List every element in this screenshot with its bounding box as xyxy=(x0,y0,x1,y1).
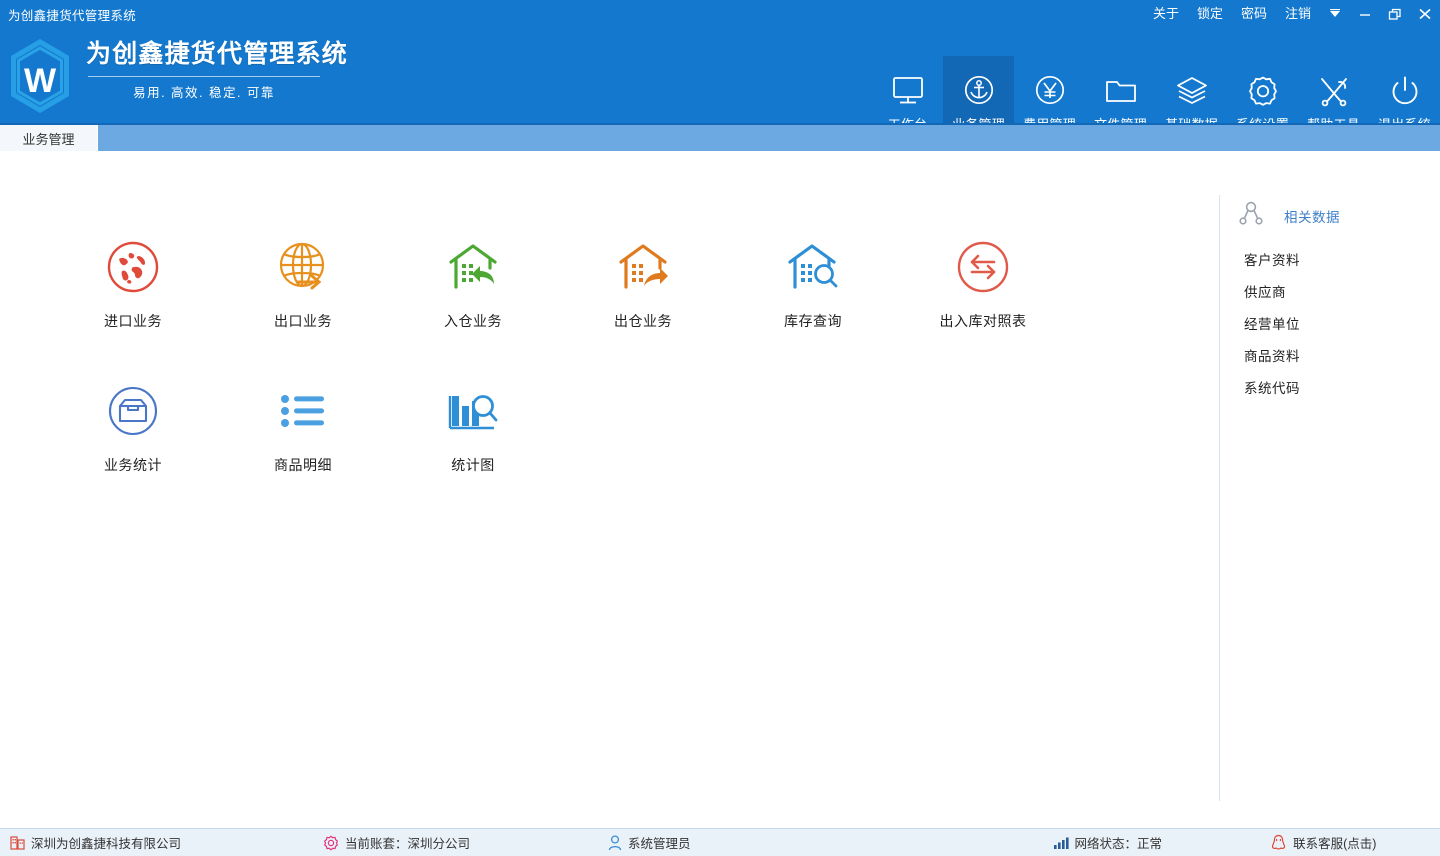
module-row-2: 业务统计 商品明细 统计图 xyxy=(0,331,1219,475)
status-account-set-text: 当前账套：深圳分公司 xyxy=(345,837,471,851)
flower-gear-icon xyxy=(323,835,339,851)
tools-icon xyxy=(1317,70,1351,112)
status-company: 深圳为创鑫捷科技有限公司 xyxy=(10,829,181,856)
svg-text:W: W xyxy=(24,62,57,100)
module-tile-chart[interactable]: 统计图 xyxy=(388,383,558,475)
folder-icon xyxy=(1104,70,1138,112)
brand-subtitle: 易用. 高效. 稳定. 可靠 xyxy=(133,86,275,100)
status-support-text: 联系客服(点击) xyxy=(1293,837,1377,851)
related-item-supplier[interactable]: 供应商 xyxy=(1238,275,1428,307)
brand-divider xyxy=(88,76,320,77)
status-support[interactable]: 联系客服(点击) xyxy=(1270,829,1376,856)
restore-icon[interactable] xyxy=(1380,0,1410,28)
related-data-header: 相关数据 xyxy=(1238,201,1428,232)
status-network-text: 网络状态：正常 xyxy=(1074,837,1163,851)
status-network: 网络状态：正常 xyxy=(1053,829,1163,856)
menu-link-about[interactable]: 关于 xyxy=(1144,0,1188,28)
monitor-icon xyxy=(891,70,925,112)
window-title: 为创鑫捷货代管理系统 xyxy=(8,8,137,23)
module-label: 出入库对照表 xyxy=(939,313,1027,329)
menu-link-password[interactable]: 密码 xyxy=(1232,0,1276,28)
globe-arrow-icon xyxy=(275,239,331,295)
related-item-goods[interactable]: 商品资料 xyxy=(1238,339,1428,371)
application-window: 为创鑫捷货代管理系统 关于 锁定 密码 注销 W 为创鑫捷货代管理系统 易用. … xyxy=(0,0,1440,856)
workspace: 进口业务 出口业务 入仓业务 出仓业务 库存查询 出入库对照表 业务统计 商品明… xyxy=(0,151,1440,828)
yuan-circle-icon xyxy=(1033,70,1067,112)
status-company-text: 深圳为创鑫捷科技有限公司 xyxy=(31,837,182,851)
module-label: 入仓业务 xyxy=(444,313,502,329)
module-tile-warehouse-in[interactable]: 入仓业务 xyxy=(388,239,558,331)
status-account-set: 当前账套：深圳分公司 xyxy=(323,829,470,856)
relation-node-icon xyxy=(1238,201,1264,232)
related-item-system-code[interactable]: 系统代码 xyxy=(1238,371,1428,403)
module-label: 库存查询 xyxy=(784,313,842,329)
skin-dropdown-icon[interactable] xyxy=(1320,0,1350,28)
related-item-business-unit[interactable]: 经营单位 xyxy=(1238,307,1428,339)
warehouse-search-icon xyxy=(785,239,841,295)
status-user: 系统管理员 xyxy=(608,829,691,856)
brand-title: 为创鑫捷货代管理系统 xyxy=(86,40,349,68)
module-icon-grid: 进口业务 出口业务 入仓业务 出仓业务 库存查询 出入库对照表 业务统计 商品明… xyxy=(0,151,1219,475)
close-icon[interactable] xyxy=(1410,0,1440,28)
brand-block: 为创鑫捷货代管理系统 易用. 高效. 稳定. 可靠 xyxy=(86,37,506,101)
related-data-panel: 相关数据 客户资料 供应商 经营单位 商品资料 系统代码 xyxy=(1238,201,1428,403)
app-logo: W xyxy=(5,36,75,116)
bar-chart-search-icon xyxy=(445,383,501,439)
module-label: 业务统计 xyxy=(104,457,162,473)
app-banner: W 为创鑫捷货代管理系统 易用. 高效. 稳定. 可靠 工作台 xyxy=(0,28,1440,151)
tab-strip: 业务管理 xyxy=(0,123,1440,151)
module-tile-goods-detail[interactable]: 商品明细 xyxy=(218,383,388,475)
tab-business-management[interactable]: 业务管理 xyxy=(0,125,98,151)
status-user-text: 系统管理员 xyxy=(628,837,691,851)
warehouse-in-icon xyxy=(445,239,501,295)
anchor-circle-icon xyxy=(962,70,996,112)
list-icon xyxy=(275,383,331,439)
penguin-support-icon xyxy=(1270,834,1287,852)
module-tile-business-stats[interactable]: 业务统计 xyxy=(48,383,218,475)
module-tile-export[interactable]: 出口业务 xyxy=(218,239,388,331)
menu-link-logout[interactable]: 注销 xyxy=(1276,0,1320,28)
module-label: 统计图 xyxy=(451,457,495,473)
module-label: 商品明细 xyxy=(274,457,332,473)
module-tile-warehouse-out[interactable]: 出仓业务 xyxy=(558,239,728,331)
exchange-circle-icon xyxy=(955,239,1011,295)
module-tile-stock-query[interactable]: 库存查询 xyxy=(728,239,898,331)
building-icon xyxy=(10,835,25,850)
module-tile-inout-compare[interactable]: 出入库对照表 xyxy=(898,239,1068,331)
layers-icon xyxy=(1175,70,1209,112)
related-data-title: 相关数据 xyxy=(1284,210,1340,225)
warehouse-out-icon xyxy=(615,239,671,295)
module-row-1: 进口业务 出口业务 入仓业务 出仓业务 库存查询 出入库对照表 xyxy=(0,151,1219,331)
globe-circle-icon xyxy=(105,239,161,295)
power-icon xyxy=(1388,70,1422,112)
title-bar-actions: 关于 锁定 密码 注销 xyxy=(1144,0,1440,28)
title-bar: 为创鑫捷货代管理系统 关于 锁定 密码 注销 xyxy=(0,0,1440,28)
panel-divider xyxy=(1219,195,1220,801)
archive-circle-icon xyxy=(105,383,161,439)
status-bar: 深圳为创鑫捷科技有限公司 当前账套：深圳分公司 系统管理员 网络状态：正常 联系… xyxy=(0,828,1440,856)
related-data-list: 客户资料 供应商 经营单位 商品资料 系统代码 xyxy=(1238,243,1428,403)
menu-link-lock[interactable]: 锁定 xyxy=(1188,0,1232,28)
related-item-customer[interactable]: 客户资料 xyxy=(1238,243,1428,275)
user-icon xyxy=(608,834,622,851)
module-tile-import[interactable]: 进口业务 xyxy=(48,239,218,331)
minimize-icon[interactable] xyxy=(1350,0,1380,28)
module-label: 出仓业务 xyxy=(614,313,672,329)
signal-bars-icon xyxy=(1053,836,1069,850)
module-label: 出口业务 xyxy=(274,313,332,329)
module-label: 进口业务 xyxy=(104,313,162,329)
gear-icon xyxy=(1246,70,1280,112)
